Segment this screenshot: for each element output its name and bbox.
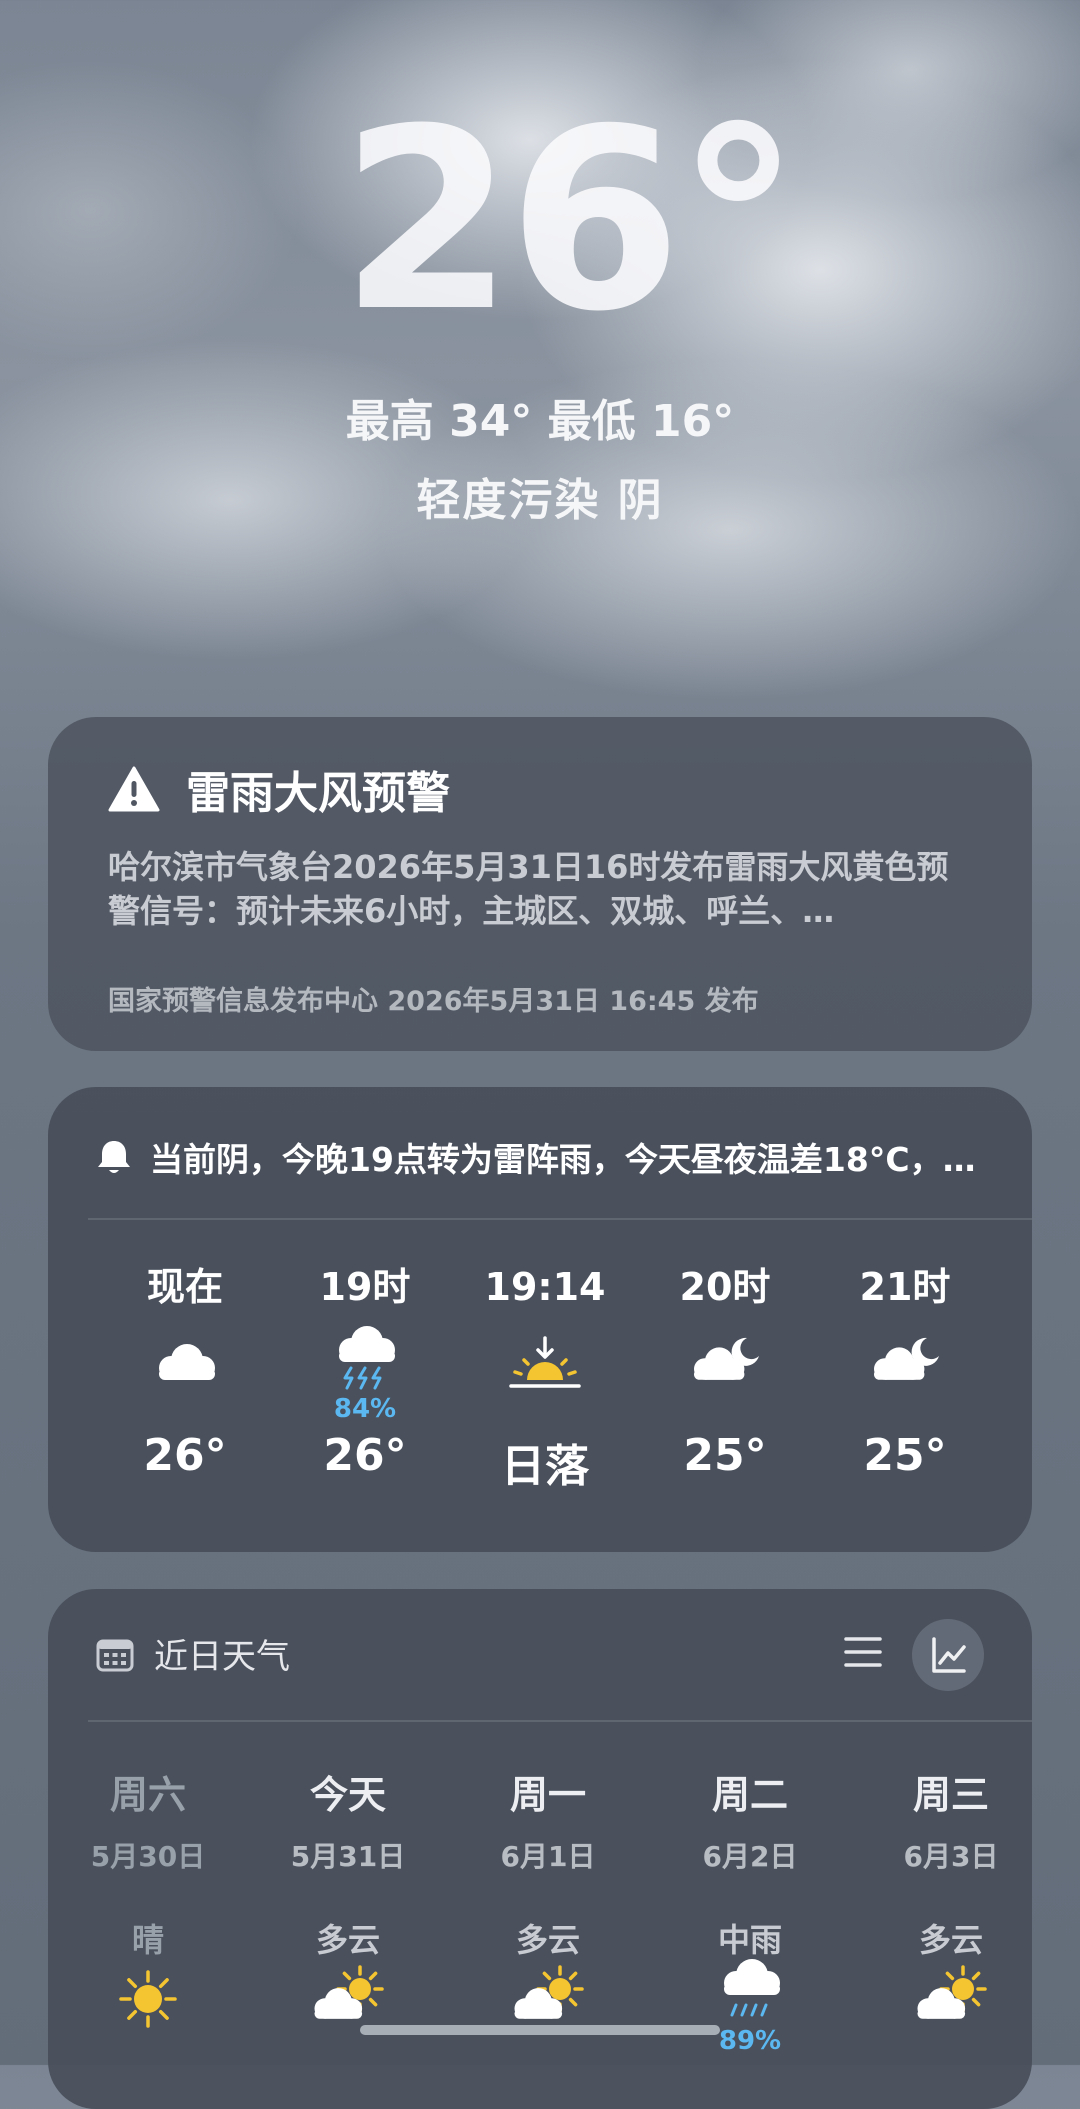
daily-item[interactable]: 今天 5月31日 多云 <box>263 1764 433 2019</box>
day-name: 今天 <box>309 1773 386 1817</box>
day-date: 6月1日 <box>500 1840 596 1873</box>
hourly-item[interactable]: 22 24 <box>1005 1262 1032 1312</box>
sun-icon <box>119 1970 177 2028</box>
alert-header: 雷雨大风预警 <box>108 757 450 821</box>
cloudy-night-icon <box>874 1337 939 1380</box>
warning-triangle-icon <box>108 766 160 812</box>
hour-temperature: 25° <box>863 1430 947 1481</box>
alert-source: 国家预警信息发布中心 2026年5月31日 16:45 发布 <box>108 986 759 1017</box>
day-date: 5月31日 <box>290 1840 406 1873</box>
daily-item[interactable]: 周一 6月1日 多云 <box>463 1764 633 2019</box>
hourly-forecast-card: 当前阴，今晚19点转为雷阵雨，今天昼夜温差18°C，… 现在 26° 19时 8… <box>48 1087 1032 1552</box>
hour-label: 19时 <box>319 1265 411 1309</box>
daily-item[interactable]: 周二 6月2日 中雨 89% <box>665 1764 835 2056</box>
hour-temperature: 25° <box>683 1430 767 1481</box>
partly-cloudy-icon <box>917 1965 987 2019</box>
day-condition: 多云 <box>515 1921 580 1959</box>
home-indicator[interactable] <box>360 2025 720 2035</box>
hour-temperature: 日落 <box>501 1441 589 1492</box>
hour-label: 现在 <box>146 1265 223 1309</box>
hour-label: 19:14 <box>484 1265 606 1309</box>
thunderstorm-icon <box>339 1326 395 1390</box>
day-condition: 晴 <box>131 1921 164 1959</box>
alert-body: 哈尔滨市气象台2026年5月31日16时发布雷雨大风黄色预警信号：预计未来6小时… <box>108 848 949 930</box>
hourly-list[interactable]: 现在 26° 19时 84% 26° 19:14 日落 20时 25° 21时 … <box>48 1262 1032 1522</box>
hourly-item[interactable]: 19:14 日落 <box>465 1262 625 1492</box>
hour-label: 21时 <box>859 1265 951 1309</box>
sunset-icon <box>509 1336 581 1388</box>
hour-temperature: 26° <box>323 1430 407 1481</box>
daily-item[interactable]: 周六 5月30日 晴 <box>63 1764 233 2028</box>
hour-label: 22 <box>1005 1262 1032 1312</box>
day-name: 周三 <box>912 1773 989 1817</box>
cloud-icon <box>159 1344 215 1380</box>
calendar-icon <box>96 1639 134 1671</box>
alert-title: 雷雨大风预警 <box>186 768 450 819</box>
day-name: 周一 <box>509 1773 586 1817</box>
day-date: 6月3日 <box>903 1840 999 1873</box>
day-date: 6月2日 <box>702 1840 798 1873</box>
day-name: 周二 <box>711 1773 788 1817</box>
hourly-item[interactable]: 20时 25° <box>645 1262 805 1481</box>
bell-icon <box>98 1141 130 1173</box>
cloudy-night-icon <box>694 1337 759 1380</box>
high-low-temperature: 最高 34° 最低 16° <box>345 396 735 447</box>
hourly-item[interactable]: 21时 25° <box>825 1262 985 1481</box>
precipitation-chance: 84% <box>333 1394 397 1424</box>
daily-item[interactable]: 周三 6月3日 多云 <box>866 1764 1032 2019</box>
chart-view-icon <box>932 1637 966 1673</box>
daily-title: 近日天气 <box>154 1637 290 1677</box>
weather-alert-card[interactable]: 雷雨大风预警 哈尔滨市气象台2026年5月31日16时发布雷雨大风黄色预警信号：… <box>48 717 1032 1051</box>
hourly-item[interactable]: 19时 84% 26° <box>285 1262 445 1481</box>
summary-text: 当前阴，今晚19点转为雷阵雨，今天昼夜温差18°C，… <box>150 1140 976 1179</box>
day-condition: 多云 <box>315 1921 380 1959</box>
hour-temperature: 26° <box>143 1430 227 1481</box>
day-date: 5月30日 <box>90 1840 206 1873</box>
divider <box>88 1720 1032 1722</box>
day-condition: 多云 <box>918 1921 983 1959</box>
current-condition[interactable]: 轻度污染 阴 <box>0 464 1080 528</box>
list-view-icon[interactable] <box>838 1627 888 1677</box>
hour-temperature: 24 <box>1005 1430 1032 1481</box>
divider <box>88 1218 1032 1220</box>
daily-header: 近日天气 <box>96 1629 290 1678</box>
hourly-item[interactable]: 现在 26° <box>105 1262 265 1481</box>
current-temperature: 26° <box>340 75 801 366</box>
forecast-summary[interactable]: 当前阴，今晚19点转为雷阵雨，今天昼夜温差18°C，… <box>96 1133 976 1181</box>
chart-view-button[interactable] <box>912 1619 984 1691</box>
hour-label: 20时 <box>679 1265 771 1309</box>
day-condition: 中雨 <box>717 1921 782 1959</box>
day-name: 周六 <box>109 1773 186 1817</box>
